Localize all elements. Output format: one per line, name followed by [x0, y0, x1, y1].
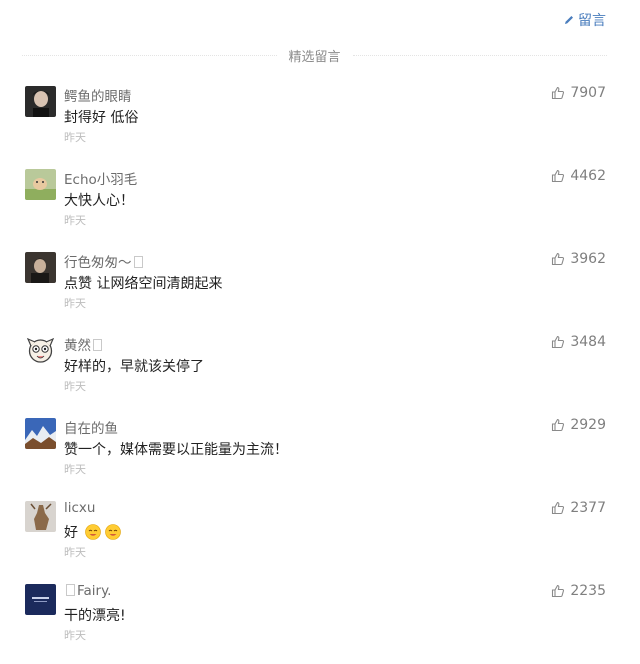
timestamp: 昨天: [64, 629, 86, 642]
like-count: 7907: [570, 85, 606, 101]
like-count: 3484: [570, 334, 606, 350]
avatar[interactable]: [25, 501, 56, 532]
emoji-icon: [105, 524, 122, 540]
thumbs-up-icon: [552, 501, 565, 515]
thumbs-up-icon: [552, 169, 565, 183]
thumbs-up-icon: [552, 252, 565, 266]
avatar[interactable]: [25, 252, 56, 283]
unsupported-glyph-icon: [66, 584, 75, 596]
avatar[interactable]: [25, 418, 56, 449]
comment-item: Echo小羽毛 大快人心！ 昨天 4462: [0, 166, 640, 249]
thumbs-up-icon: [552, 335, 565, 349]
nickname[interactable]: Fairy.: [64, 583, 111, 599]
like-button[interactable]: 3962: [551, 251, 606, 267]
nickname[interactable]: 鳄鱼的眼睛: [64, 85, 132, 105]
thumbs-up-icon: [552, 86, 565, 100]
like-count: 2929: [570, 417, 606, 433]
like-button[interactable]: 2929: [551, 417, 606, 433]
section-title: 精选留言: [288, 49, 341, 65]
unsupported-glyph-icon: [93, 339, 102, 351]
timestamp: 昨天: [64, 131, 86, 144]
comment-text: 好样的，早就该关停了: [64, 359, 204, 375]
like-count: 4462: [570, 168, 606, 184]
comment-text: 干的漂亮!: [64, 608, 126, 624]
like-count: 2235: [570, 583, 606, 599]
timestamp: 昨天: [64, 214, 86, 227]
selected-comments-header: 精选留言: [22, 44, 608, 66]
divider-right: [352, 54, 608, 56]
comment-item: 自在的鱼 赞一个，媒体需要以正能量为主流！ 昨天 2929: [0, 415, 640, 498]
nickname-text: 行色匆匆～: [64, 255, 132, 271]
thumbs-up-icon: [552, 584, 565, 598]
thumbs-up-icon: [552, 418, 565, 432]
avatar[interactable]: [25, 584, 56, 615]
comment-item: licxu 好 昨天 2377: [0, 498, 640, 581]
nickname[interactable]: licxu: [64, 500, 95, 516]
avatar[interactable]: [25, 335, 56, 366]
avatar[interactable]: [25, 169, 56, 200]
comment-item: 行色匆匆～ 点赞 让网络空间清朗起来 昨天 3962: [0, 249, 640, 332]
pencil-icon: [565, 16, 573, 24]
comment-text: 好: [64, 522, 122, 542]
unsupported-glyph-icon: [133, 256, 143, 268]
comment-item: 黄然 好样的，早就该关停了 昨天 3484: [0, 332, 640, 415]
like-button[interactable]: 7907: [551, 85, 606, 101]
comment-text-body: 好: [64, 525, 78, 541]
nickname[interactable]: Echo小羽毛: [64, 168, 137, 188]
like-button[interactable]: 3484: [551, 334, 606, 350]
comment-text: 点赞 让网络空间清朗起来: [64, 276, 223, 292]
like-button[interactable]: 4462: [551, 168, 606, 184]
nickname-text: Fairy.: [77, 583, 112, 599]
nickname[interactable]: 黄然: [64, 334, 104, 354]
like-count: 2377: [570, 500, 606, 516]
divider-left: [22, 54, 277, 56]
timestamp: 昨天: [64, 380, 86, 393]
top-bar: 留言: [0, 0, 640, 40]
nickname[interactable]: 行色匆匆～: [64, 251, 145, 271]
nickname[interactable]: 自在的鱼: [64, 417, 118, 437]
timestamp: 昨天: [64, 546, 86, 559]
write-comment-button[interactable]: 留言: [563, 10, 606, 30]
timestamp: 昨天: [64, 297, 86, 310]
nickname-text: 黄然: [64, 338, 91, 354]
comment-text: 封得好 低俗: [64, 110, 139, 126]
comment-item: 鳄鱼的眼睛 封得好 低俗 昨天 7907: [0, 83, 640, 166]
comment-item: Fairy. 干的漂亮! 昨天 2235: [0, 581, 640, 664]
comment-list: 鳄鱼的眼睛 封得好 低俗 昨天 7907 Echo小羽毛 大快人心！ 昨天 44…: [0, 83, 640, 664]
write-comment-label: 留言: [578, 13, 606, 29]
comment-text: 大快人心！: [64, 193, 134, 209]
like-button[interactable]: 2377: [551, 500, 606, 516]
like-count: 3962: [570, 251, 606, 267]
like-button[interactable]: 2235: [551, 583, 606, 599]
avatar[interactable]: [25, 86, 56, 117]
timestamp: 昨天: [64, 463, 86, 476]
emoji-icon: [85, 524, 102, 540]
comment-text: 赞一个，媒体需要以正能量为主流！: [64, 442, 288, 458]
